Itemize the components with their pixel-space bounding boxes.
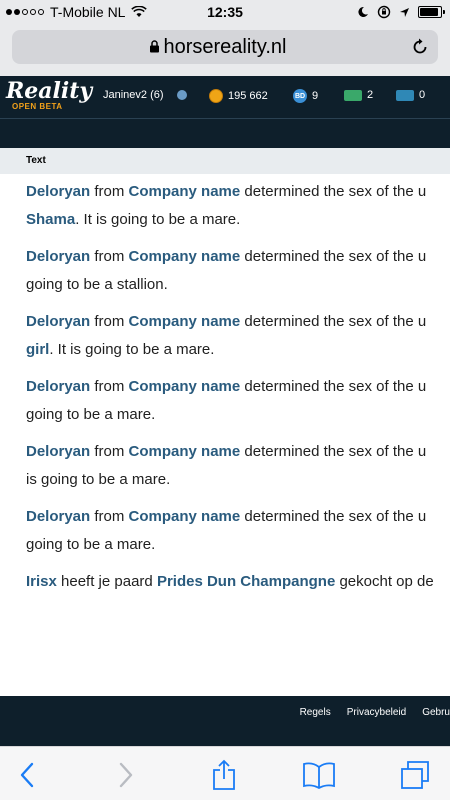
coin-icon [209, 89, 223, 103]
moon-icon [358, 6, 368, 17]
user-link[interactable]: Deloryan [26, 508, 90, 525]
bd-icon: BD [293, 89, 307, 103]
bd-count: 9 [312, 90, 319, 102]
feed-item: Deloryan from Company name determined th… [26, 503, 450, 568]
site-subnav [0, 118, 450, 148]
feed-text: . It is going to be a mare. [49, 341, 215, 358]
company-link[interactable]: Company name [129, 183, 241, 200]
feed-text: from [90, 183, 129, 200]
user-link[interactable]: Deloryan [26, 248, 90, 265]
location-icon [400, 7, 409, 17]
feed-text: determined the sex of the u [240, 378, 427, 395]
feed-text: from [90, 248, 129, 265]
site-header: Reality OPEN BETA Janinev2 (6) 195 662 B… [0, 76, 450, 118]
feed-text: going to be a mare. [26, 406, 156, 423]
company-link[interactable]: Company name [129, 443, 241, 460]
rotation-lock-icon [377, 5, 391, 19]
feed-item: Deloryan from Company name determined th… [26, 438, 450, 503]
back-icon [20, 762, 34, 788]
horse-link[interactable]: girl [26, 341, 49, 358]
tabs-icon [401, 761, 429, 789]
reload-icon[interactable] [410, 37, 430, 57]
company-link[interactable]: Company name [129, 508, 241, 525]
company-link[interactable]: Company name [129, 313, 241, 330]
status-icons [357, 5, 445, 19]
back-button[interactable] [10, 759, 44, 791]
battery-level [420, 8, 438, 16]
feed-text: from [90, 378, 129, 395]
green-ticket-count: 2 [367, 89, 374, 101]
activity-feed: Deloryan from Company name determined th… [26, 178, 450, 693]
address-bar[interactable]: horsereality.nl [12, 30, 438, 64]
site-logo[interactable]: Reality OPEN BETA [6, 78, 93, 116]
horse-link[interactable]: Prides Dun Champangne [157, 573, 335, 590]
company-link[interactable]: Company name [129, 378, 241, 395]
feed-text: determined the sex of the u [240, 183, 427, 200]
feed-text: going to be a mare. [26, 536, 156, 553]
forward-icon [119, 762, 133, 788]
site-footer: Regels Privacybeleid Gebru [0, 696, 450, 746]
forward-button[interactable] [109, 759, 143, 791]
green-ticket-icon [344, 89, 362, 101]
share-icon [213, 759, 235, 790]
blue-ticket-count: 0 [419, 89, 426, 101]
browser-address-area: horsereality.nl [0, 26, 450, 76]
feed-text: is going to be a mare. [26, 471, 171, 488]
username: Janinev2 (6) [103, 89, 164, 101]
footer-link-terms[interactable]: Gebru [422, 707, 450, 718]
feed-text: gekocht op de [335, 573, 434, 590]
green-ticket-display[interactable]: 2 [344, 89, 373, 101]
tabs-button[interactable] [398, 759, 432, 791]
blue-ticket-icon [396, 89, 414, 101]
footer-link-privacy[interactable]: Privacybeleid [347, 707, 406, 718]
horse-link[interactable]: Shama [26, 211, 75, 228]
feed-item: Deloryan from Company name determined th… [26, 178, 450, 243]
feed-text: heeft je paard [56, 573, 157, 590]
feed-text: going to be a stallion. [26, 276, 168, 293]
blue-ticket-display[interactable]: 0 [396, 89, 425, 101]
user-link[interactable]: Deloryan [26, 443, 90, 460]
footer-links: Regels Privacybeleid Gebru [300, 707, 450, 718]
bookmarks-icon [303, 762, 335, 789]
user-settings-icon [176, 90, 187, 100]
feed-item: Deloryan from Company name determined th… [26, 308, 450, 373]
company-link[interactable]: Company name [129, 248, 241, 265]
browser-toolbar [0, 746, 450, 800]
url-text: horsereality.nl [163, 36, 287, 58]
coins-display[interactable]: 195 662 [209, 89, 268, 103]
user-link[interactable]: Deloryan [26, 183, 90, 200]
feed-text: from [90, 443, 129, 460]
section-header: Text [0, 148, 450, 174]
battery-icon [418, 6, 445, 18]
user-link[interactable]: Deloryan [26, 378, 90, 395]
coins-count: 195 662 [228, 90, 268, 102]
user-account[interactable]: Janinev2 (6) [103, 89, 187, 101]
feed-text: determined the sex of the u [240, 443, 427, 460]
feed-text: determined the sex of the u [240, 508, 427, 525]
feed-text: determined the sex of the u [240, 313, 427, 330]
feed-text: determined the sex of the u [240, 248, 427, 265]
footer-link-rules[interactable]: Regels [300, 707, 331, 718]
feed-item: Irisx heeft je paard Prides Dun Champang… [26, 568, 450, 633]
logo-wordmark: Reality [6, 78, 93, 104]
feed-text: from [90, 313, 129, 330]
user-link[interactable]: Deloryan [26, 313, 90, 330]
bd-display[interactable]: BD 9 [293, 89, 318, 103]
user-link[interactable]: Irisx [26, 573, 57, 590]
section-label: Text [26, 155, 46, 166]
feed-item: Deloryan from Company name determined th… [26, 243, 450, 308]
status-bar: T-Mobile NL 12:35 [0, 0, 450, 26]
feed-item: Deloryan from Company name determined th… [26, 373, 450, 438]
feed-text: from [90, 508, 129, 525]
share-button[interactable] [207, 759, 241, 791]
feed-text: . It is going to be a mare. [75, 211, 241, 228]
bookmarks-button[interactable] [302, 759, 336, 791]
